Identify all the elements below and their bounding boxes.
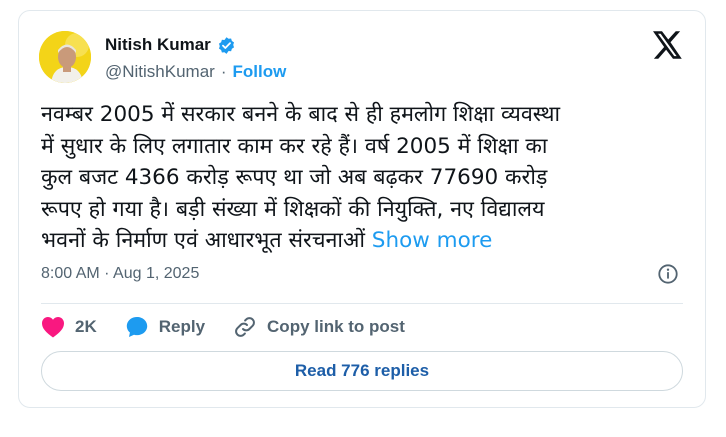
avatar-image bbox=[39, 31, 91, 83]
follow-button[interactable]: Follow bbox=[233, 62, 287, 82]
action-bar: 2K Reply Copy link to post bbox=[41, 311, 433, 343]
x-logo-icon[interactable] bbox=[653, 31, 683, 59]
info-icon[interactable] bbox=[657, 263, 679, 285]
separator-dot: · bbox=[220, 62, 227, 81]
like-button[interactable]: 2K bbox=[41, 316, 97, 338]
copy-link-button[interactable]: Copy link to post bbox=[233, 315, 405, 339]
divider bbox=[41, 303, 683, 304]
author-handle[interactable]: @NitishKumar bbox=[105, 62, 215, 82]
copy-link-label: Copy link to post bbox=[267, 317, 405, 336]
author-name[interactable]: Nitish Kumar bbox=[105, 35, 211, 55]
tweet-text: नवम्बर 2005 में सरकार बनने के बाद से ही … bbox=[41, 99, 686, 257]
timestamp[interactable]: 8:00 AM · Aug 1, 2025 bbox=[41, 265, 199, 283]
like-count: 2K bbox=[75, 317, 97, 336]
heart-icon bbox=[42, 317, 64, 338]
link-icon bbox=[235, 317, 255, 337]
tweet-card: Nitish Kumar @NitishKumar · Follow नवम्ब… bbox=[18, 10, 706, 408]
reply-button[interactable]: Reply bbox=[125, 315, 205, 339]
avatar[interactable] bbox=[39, 31, 91, 83]
reply-bubble-icon bbox=[126, 317, 147, 337]
reply-label: Reply bbox=[158, 317, 206, 336]
show-more-link[interactable]: Show more bbox=[372, 228, 493, 253]
read-replies-button[interactable]: Read 776 replies bbox=[41, 351, 683, 391]
verified-badge-icon bbox=[217, 36, 236, 55]
read-replies-label: Read 776 replies bbox=[294, 361, 430, 380]
